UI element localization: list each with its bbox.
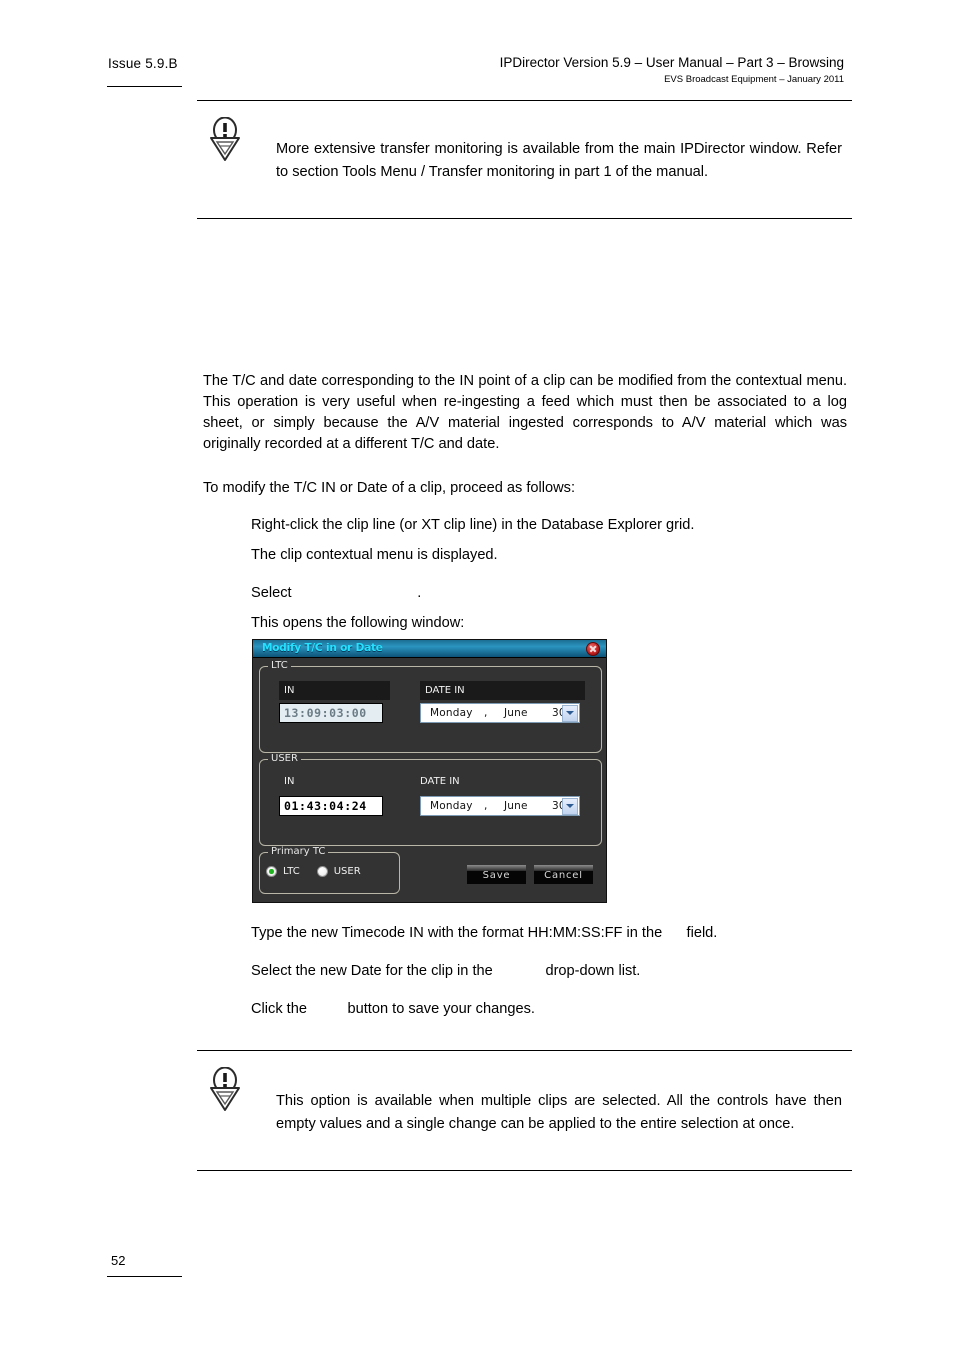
step-item-click-save: Click the button to save your changes. <box>251 1001 535 1017</box>
cancel-button[interactable]: Cancel <box>534 865 593 884</box>
user-group-label: USER <box>268 753 301 764</box>
primary-tc-group: Primary TC LTC USER <box>259 846 400 894</box>
step-item-select-command: Select . <box>251 585 422 601</box>
ltc-date-comma: , <box>484 707 488 719</box>
note-bottom-rule-bottom <box>197 1170 852 1172</box>
dialog-titlebar: Modify T/C in or Date <box>253 640 606 658</box>
ltc-date-in-label: DATE IN <box>420 681 585 700</box>
body-paragraph-procedure-lead: To modify the T/C IN or Date of a clip, … <box>203 480 576 496</box>
ltc-in-label: IN <box>279 681 390 700</box>
ltc-date-rest: 30, 20 <box>552 707 562 719</box>
note-attention-icon <box>207 1066 243 1113</box>
radio-unselected-icon <box>316 866 328 877</box>
close-icon[interactable] <box>586 642 600 656</box>
note-box-top: More extensive transfer monitoring is av… <box>197 100 852 220</box>
user-date-in-value: Monday, June 30, 20 <box>421 800 562 812</box>
manual-title: IPDirector Version 5.9 – User Manual – P… <box>499 55 844 70</box>
primary-tc-radio-row: LTC USER <box>266 866 378 877</box>
ltc-date-in-combo[interactable]: Monday, June 30, 20 <box>420 703 580 723</box>
ltc-in-input[interactable]: 13:09:03:00 <box>279 703 383 723</box>
user-in-input[interactable]: 01:43:04:24 <box>279 796 383 816</box>
radio-selected-icon <box>266 866 277 877</box>
ltc-date-month: June <box>504 707 528 719</box>
page-header: Issue 5.9.B IPDirector Version 5.9 – Use… <box>0 0 954 96</box>
user-date-month: June <box>504 800 528 812</box>
issue-rule <box>107 86 182 87</box>
step-result-contextual-menu: The clip contextual menu is displayed. <box>251 547 498 563</box>
step-result-window-opens: This opens the following window: <box>251 615 465 631</box>
step-item-select-date: Select the new Date for the clip in the … <box>251 963 641 979</box>
chevron-down-icon[interactable] <box>562 797 578 815</box>
note-top-text: More extensive transfer monitoring is av… <box>276 141 842 180</box>
radio-primary-tc-user[interactable]: USER <box>316 866 361 877</box>
user-group: USER IN 01:43:04:24 DATE IN Monday, June 3… <box>259 753 602 846</box>
ltc-date-day: Monday <box>430 707 473 719</box>
body-paragraph-intro: The T/C and date corresponding to the IN… <box>203 373 847 452</box>
save-button[interactable]: Save <box>467 865 526 884</box>
user-date-day: Monday <box>430 800 473 812</box>
radio-ltc-label: LTC <box>283 866 300 877</box>
note-top-rule-bottom <box>197 218 852 220</box>
dialog-title: Modify T/C in or Date <box>262 642 383 654</box>
footer-rule <box>107 1276 182 1278</box>
issue-label: Issue 5.9.B <box>108 56 178 71</box>
user-date-rest: 30, 20 <box>552 800 562 812</box>
user-date-in-combo[interactable]: Monday, June 30, 20 <box>420 796 580 816</box>
manual-subtitle: EVS Broadcast Equipment – January 2011 <box>664 74 844 85</box>
note-bottom-text: This option is available when multiple c… <box>276 1093 842 1132</box>
note-bottom-rule <box>197 1050 852 1052</box>
user-in-label: IN <box>284 776 295 787</box>
note-box-bottom: This option is available when multiple c… <box>197 1050 852 1172</box>
note-attention-icon <box>207 116 243 163</box>
user-date-in-label: DATE IN <box>420 776 460 787</box>
ltc-group-label: LTC <box>268 660 291 671</box>
page-number: 52 <box>111 1253 126 1268</box>
note-top-rule <box>197 100 852 102</box>
primary-tc-group-label: Primary TC <box>268 846 329 857</box>
step-item-right-click: Right-click the clip line (or XT clip li… <box>251 517 695 533</box>
chevron-down-icon[interactable] <box>562 704 578 722</box>
radio-primary-tc-ltc[interactable]: LTC <box>266 866 300 877</box>
user-date-comma: , <box>484 800 488 812</box>
modify-tc-dialog[interactable]: Modify T/C in or Date LTC IN 13:09:03:00… <box>252 639 607 903</box>
step-item-type-timecode: Type the new Timecode IN with the format… <box>251 925 718 941</box>
radio-user-label: USER <box>333 866 361 877</box>
ltc-date-in-value: Monday, June 30, 20 <box>421 707 562 719</box>
ltc-group: LTC IN 13:09:03:00 DATE IN Monday, June 30… <box>259 660 602 753</box>
